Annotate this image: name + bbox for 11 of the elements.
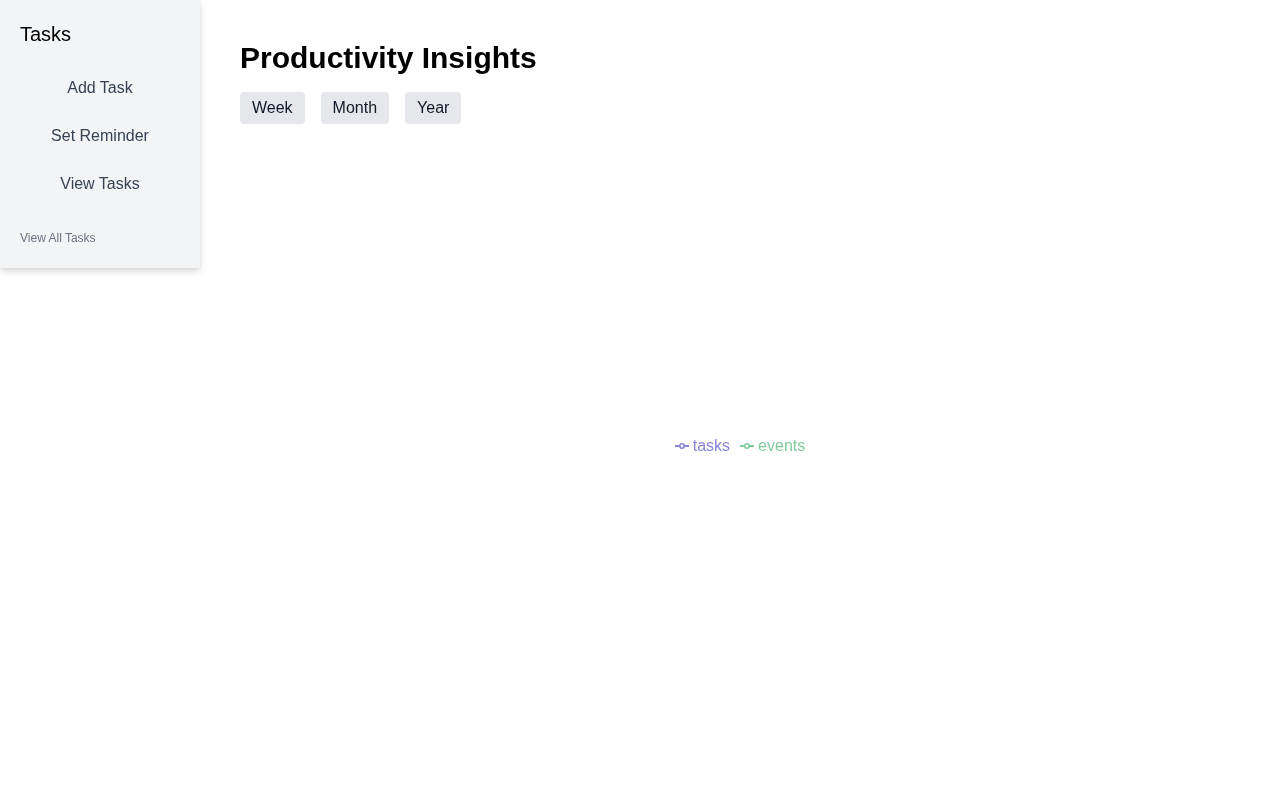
sidebar-item[interactable]: Set Reminder <box>51 112 149 160</box>
legend-label: events <box>758 436 806 456</box>
sidebar-item[interactable]: View Tasks <box>60 160 140 208</box>
legend-label: tasks <box>692 436 731 456</box>
range-tab[interactable]: Year <box>405 92 462 124</box>
range-tab[interactable]: Month <box>320 92 390 124</box>
view-all-link[interactable]: View All Tasks <box>20 230 96 246</box>
sidebar-title: Tasks <box>20 22 72 47</box>
sidebar-item[interactable]: Add Task <box>67 64 133 112</box>
page-title: Productivity Insights <box>240 40 537 76</box>
range-tab[interactable]: Week <box>240 92 305 124</box>
